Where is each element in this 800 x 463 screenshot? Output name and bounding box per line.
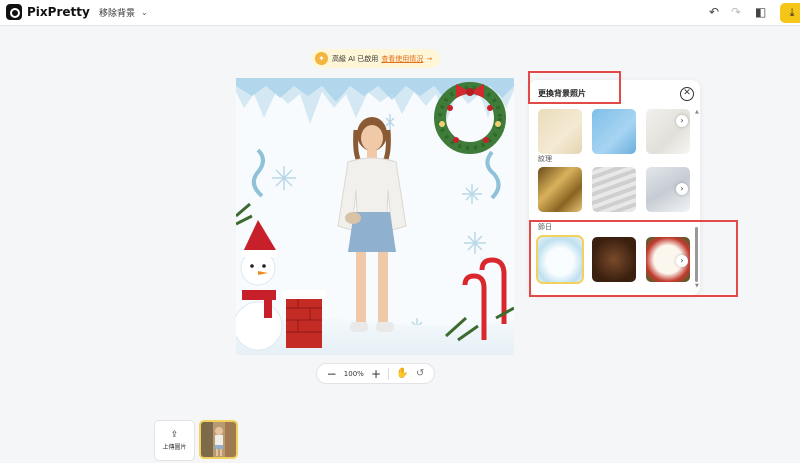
toolbar-divider bbox=[388, 367, 390, 380]
image-thumbnail[interactable] bbox=[199, 420, 238, 459]
compare-icon[interactable]: ◧ bbox=[755, 5, 766, 19]
zoom-out-button[interactable]: − bbox=[327, 367, 337, 381]
ai-status-text: 高級 AI 已啟用 bbox=[332, 54, 379, 63]
lightbulb-icon: ✦ bbox=[315, 52, 328, 65]
arrow-right-icon: → bbox=[426, 54, 433, 63]
zoom-level: 100% bbox=[343, 369, 364, 378]
mode-label: 移除背景 bbox=[99, 9, 136, 19]
thumb-gray-wave[interactable] bbox=[592, 167, 636, 212]
upload-image-button[interactable]: ⇪ 上傳圖片 bbox=[154, 420, 195, 461]
thumb-blue-paper[interactable] bbox=[592, 109, 636, 154]
hand-icon[interactable]: ✋ bbox=[396, 368, 408, 379]
chevron-down-icon: ⌄ bbox=[141, 8, 148, 17]
upload-label: 上傳圖片 bbox=[162, 444, 187, 451]
logo-icon bbox=[6, 4, 22, 20]
app-name: PixPretty bbox=[27, 5, 90, 19]
download-button[interactable]: ⤓ bbox=[780, 3, 800, 23]
festival-highlight-box bbox=[529, 220, 738, 297]
app-logo[interactable]: PixPretty bbox=[6, 4, 90, 20]
mode-dropdown[interactable]: 移除背景 ⌄ bbox=[99, 6, 148, 19]
zoom-toolbar: − 100% + ✋ ↺ bbox=[316, 363, 435, 384]
next-arrow-button[interactable]: › bbox=[676, 115, 688, 127]
title-highlight-box bbox=[528, 71, 621, 104]
reset-icon[interactable]: ↺ bbox=[416, 368, 424, 379]
plain-row bbox=[538, 109, 690, 154]
download-icon: ⤓ bbox=[789, 6, 795, 19]
zoom-in-button[interactable]: + bbox=[371, 367, 381, 381]
scroll-up-icon[interactable]: ▲ bbox=[695, 109, 699, 115]
top-bar: PixPretty 移除背景 ⌄ ↶ ↷ ◧ ⤓ bbox=[0, 0, 800, 26]
thumb-gold-foil[interactable] bbox=[538, 167, 582, 212]
usage-link[interactable]: 查看使用情況 bbox=[381, 54, 423, 64]
upload-icon: ⇪ bbox=[170, 430, 179, 440]
close-button[interactable]: ✕ bbox=[680, 87, 694, 101]
thumb-beige-linen[interactable] bbox=[538, 109, 582, 154]
editor-canvas[interactable] bbox=[236, 78, 514, 355]
texture-row bbox=[538, 167, 690, 212]
result-image bbox=[236, 78, 514, 355]
ai-status-pill: ✦ 高級 AI 已啟用 查看使用情況 → bbox=[311, 49, 441, 68]
thumbnail-photo bbox=[201, 422, 236, 457]
redo-icon[interactable]: ↷ bbox=[731, 5, 741, 19]
undo-icon[interactable]: ↶ bbox=[709, 5, 719, 19]
next-arrow-button[interactable]: › bbox=[676, 183, 688, 195]
section-label: 紋理 bbox=[538, 155, 552, 163]
